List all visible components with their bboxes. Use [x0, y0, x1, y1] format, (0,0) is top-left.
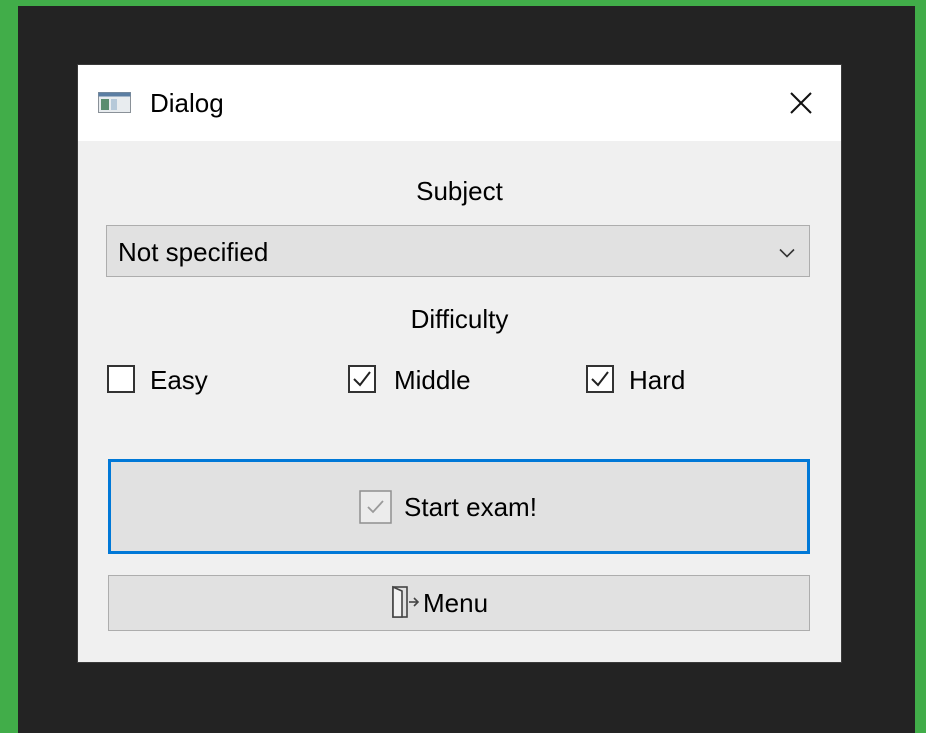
chevron-down-icon [779, 245, 795, 263]
start-exam-label: Start exam! [404, 492, 537, 522]
easy-checkbox[interactable]: Easy [107, 363, 227, 397]
hard-checkbox[interactable]: Hard [586, 363, 716, 397]
dialog-window: Dialog Subject Not specified Difficulty … [78, 65, 841, 662]
menu-button[interactable]: Menu [108, 575, 810, 631]
middle-checkbox[interactable]: Middle [348, 363, 508, 397]
window-title: Dialog [150, 88, 224, 118]
checkbox-hard-box[interactable] [586, 365, 614, 393]
door-exit-icon [391, 585, 421, 619]
start-exam-button[interactable]: Start exam! [108, 459, 810, 554]
checkmark-icon [591, 371, 609, 387]
middle-checkbox-label: Middle [394, 365, 471, 395]
checkbox-check-icon [359, 490, 392, 524]
menu-label: Menu [423, 588, 489, 618]
close-button[interactable] [778, 83, 824, 123]
difficulty-label: Difficulty [410, 304, 509, 334]
hard-checkbox-label: Hard [629, 365, 686, 395]
checkmark-icon [353, 371, 371, 387]
checkbox-easy-box[interactable] [107, 365, 135, 393]
window-app-icon [98, 92, 131, 113]
subject-selected-value: Not specified [118, 237, 269, 267]
close-icon [790, 92, 812, 114]
checkbox-middle-box[interactable] [348, 365, 376, 393]
subject-label: Subject [416, 176, 503, 206]
subject-combobox[interactable]: Not specified [106, 225, 810, 277]
title-bar[interactable]: Dialog [78, 65, 841, 141]
easy-checkbox-label: Easy [150, 365, 208, 395]
